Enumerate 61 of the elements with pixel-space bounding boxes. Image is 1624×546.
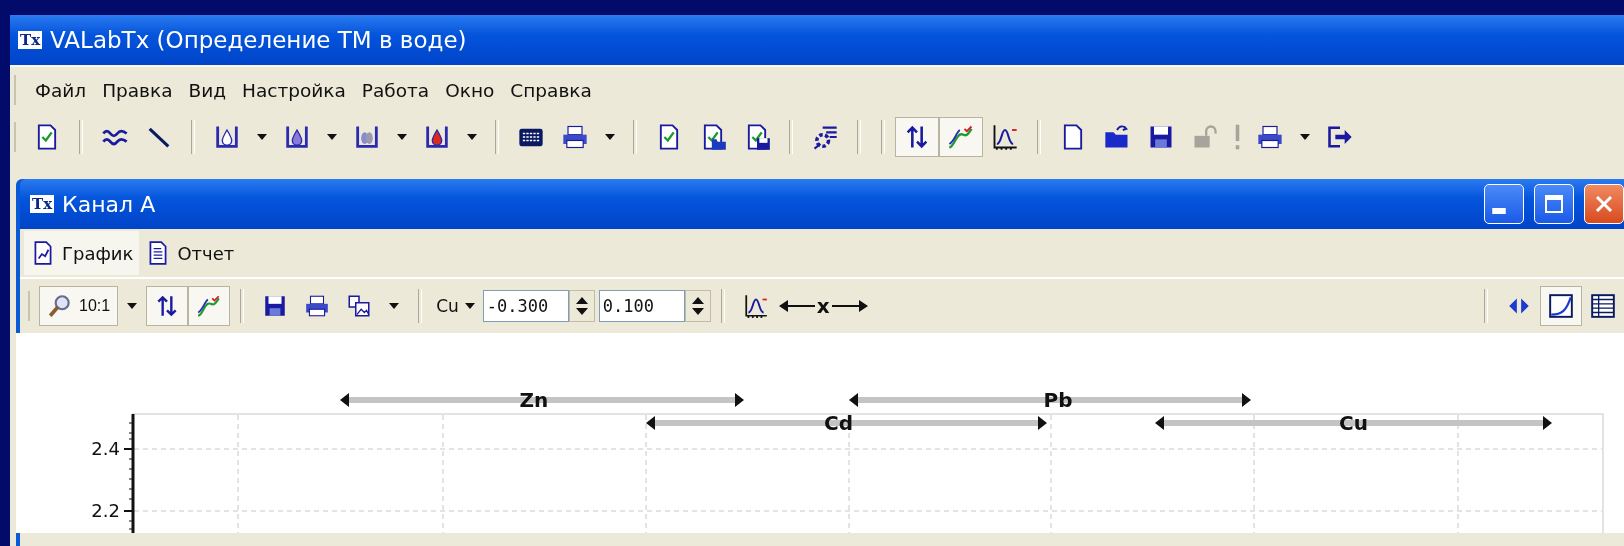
peak-graph-icon	[991, 123, 1019, 151]
magnifier-icon	[47, 293, 73, 319]
tab[interactable]: Отчет	[139, 231, 241, 275]
printer-icon	[1256, 123, 1284, 151]
element-dropdown[interactable]: Cu	[432, 296, 479, 316]
printer-icon	[561, 123, 589, 151]
y-tick-label: 2.4	[91, 438, 120, 459]
axis-label: x	[816, 294, 830, 318]
menu-item[interactable]: Правка	[96, 75, 179, 105]
caret-icon	[389, 303, 400, 309]
element-label: Pb	[1043, 388, 1073, 412]
up-down-icon	[690, 295, 705, 317]
tab[interactable]: График	[24, 231, 140, 275]
left-arrow-icon	[778, 300, 815, 312]
exit-icon	[1326, 123, 1354, 151]
table-grid-icon	[1590, 293, 1616, 319]
picture-copy-icon	[346, 293, 373, 319]
menu-item[interactable]: Работа	[355, 75, 436, 105]
element-label: Cu	[1339, 411, 1368, 435]
caret-icon	[605, 134, 615, 140]
maximize-button[interactable]	[1534, 184, 1574, 224]
element-label: Cd	[824, 411, 853, 435]
exclamation-icon	[1235, 124, 1240, 150]
caret-icon	[1300, 134, 1310, 140]
number-field[interactable]: 0.100	[598, 290, 685, 322]
toolbar-button[interactable]	[895, 117, 939, 157]
menu-item[interactable]: Окно	[439, 75, 501, 105]
close-button[interactable]	[1584, 184, 1624, 224]
right-arrow-icon	[831, 300, 868, 312]
caret-icon	[327, 134, 337, 140]
zoom-button[interactable]: 10:1	[39, 286, 119, 326]
window-title: VALabTx (Определение ТМ в воде)	[50, 27, 467, 53]
menu-item[interactable]: Вид	[182, 75, 233, 105]
close-icon	[1594, 194, 1614, 214]
folder-icon	[1103, 123, 1131, 151]
spin-button[interactable]	[568, 290, 595, 322]
element-label: Zn	[519, 388, 549, 412]
minimize-button[interactable]	[1484, 184, 1524, 224]
peak-graph-icon	[742, 293, 769, 319]
toolbar-button[interactable]	[1540, 286, 1582, 326]
number-field[interactable]: -0.300	[482, 290, 569, 322]
spin-button[interactable]	[684, 290, 711, 322]
minimize-icon	[1492, 207, 1506, 214]
document-logo: Tx	[30, 195, 55, 213]
curve-box-icon	[1548, 293, 1574, 319]
toolbar-button[interactable]	[146, 286, 189, 326]
caret-icon	[127, 303, 138, 309]
document-title: Канал А	[62, 191, 156, 217]
menu-item[interactable]: Настройка	[236, 75, 352, 105]
menu-item[interactable]: Файл	[29, 75, 93, 105]
caret-icon	[467, 134, 477, 140]
line-graph-icon	[947, 123, 975, 151]
caret-icon	[397, 134, 407, 140]
y-tick-label: 2.2	[91, 500, 120, 521]
printer-icon	[304, 293, 331, 319]
caret-icon	[257, 134, 267, 140]
menu-item[interactable]: Справка	[504, 75, 598, 105]
maximize-icon	[1544, 194, 1564, 214]
up-down-icon	[574, 295, 589, 317]
caret-icon	[464, 303, 475, 309]
app-logo: Tx	[18, 31, 43, 49]
